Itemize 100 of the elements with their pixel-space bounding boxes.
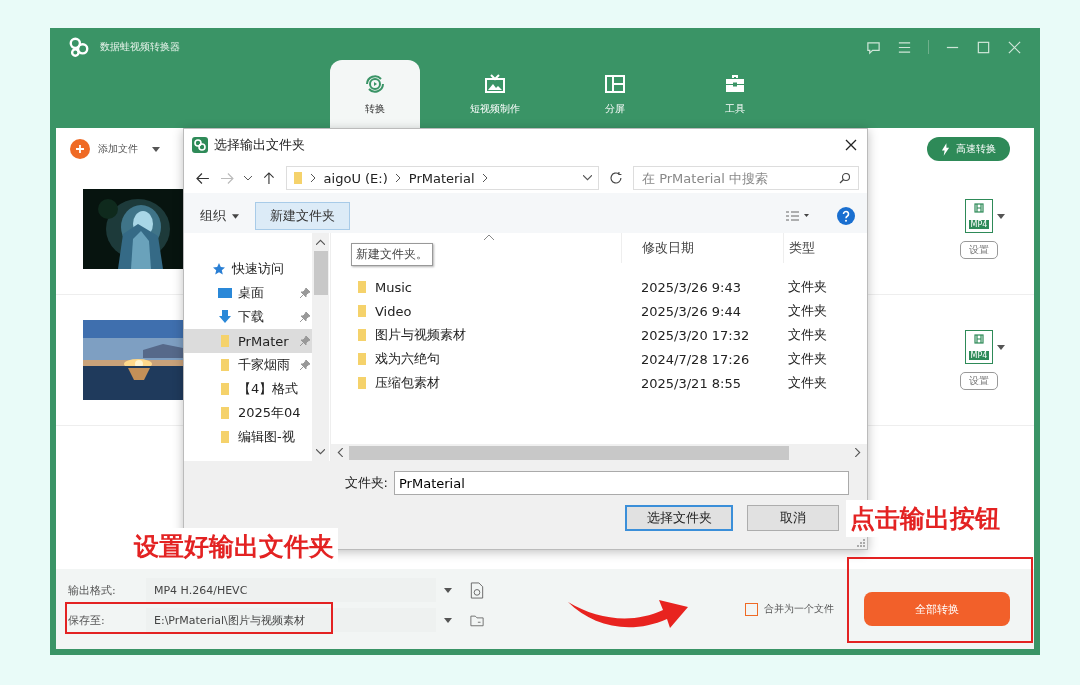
table-cell-text: 2025/3/20 17:32 [640, 327, 751, 343]
settings-button[interactable]: 设置 [960, 241, 998, 259]
folder-icon [218, 406, 232, 420]
table-cell-text: 2025/3/26 9:43 [640, 279, 742, 295]
address-bar[interactable]: aigoU (E:) PrMaterial [285, 166, 600, 190]
app-logo-icon [192, 137, 208, 153]
feedback-icon[interactable] [866, 39, 881, 55]
menu-icon[interactable] [897, 39, 912, 55]
caret-icon[interactable] [444, 617, 452, 623]
table-cell-text: 文件夹 [787, 350, 828, 368]
resize-grip-icon[interactable] [855, 537, 865, 547]
chevron-right-icon[interactable] [482, 174, 488, 182]
scrollbar-thumb[interactable] [313, 251, 328, 295]
caret-icon[interactable] [444, 587, 452, 593]
cancel-button[interactable]: 取消 [747, 505, 839, 531]
film-icon [974, 334, 984, 345]
column-header[interactable]: 类型 [783, 233, 867, 263]
chevron-up-icon[interactable] [316, 239, 325, 245]
chevron-down-icon[interactable] [243, 175, 252, 181]
dialog-title: 选择输出文件夹 [214, 136, 305, 154]
desktop-icon [218, 286, 232, 300]
mode-tab[interactable]: 工具 [690, 60, 780, 128]
file-name[interactable]: 压缩包素材 [375, 374, 440, 392]
chevron-right-icon[interactable] [855, 448, 861, 457]
folder-name-field[interactable]: PrMaterial [394, 471, 849, 495]
file-name[interactable]: 图片与视频素材 [375, 326, 466, 344]
nav-item[interactable]: 千家烟雨 [184, 353, 312, 377]
caret-icon[interactable] [997, 213, 1005, 219]
settings-button[interactable]: 设置 [960, 372, 998, 390]
chevron-left-icon[interactable] [337, 448, 343, 457]
sort-icon[interactable] [484, 235, 494, 240]
select-folder-button[interactable]: 选择文件夹 [625, 505, 733, 531]
maximize-icon[interactable] [976, 39, 991, 55]
video-format-badge[interactable]: MP4 [965, 199, 993, 233]
table-cell-text: 文件夹 [787, 326, 828, 344]
file-name[interactable]: Music [375, 279, 412, 295]
breadcrumb-item[interactable]: aigoU (E:) [323, 170, 388, 186]
close-icon[interactable] [845, 139, 857, 151]
folder-icon [292, 171, 303, 185]
plus-icon [70, 139, 90, 159]
scrollbar[interactable] [312, 233, 329, 461]
folder-label: 文件夹: [344, 474, 388, 492]
merge-checkbox[interactable] [745, 602, 758, 616]
download-icon [218, 310, 232, 324]
search-icon[interactable] [839, 172, 852, 184]
new-folder-button[interactable]: 新建文件夹 [255, 202, 350, 230]
file-name[interactable]: Video [375, 303, 412, 319]
save-path-dropdown[interactable]: E:\PrMaterial\图片与视频素材 [146, 608, 436, 632]
chevron-down-icon[interactable] [583, 175, 593, 181]
table-cell-text: 文件夹 [787, 278, 828, 296]
caret-icon[interactable] [997, 344, 1005, 350]
caret-icon [232, 213, 239, 219]
mode-tab[interactable]: 分屏 [570, 60, 660, 128]
output-format-dropdown[interactable]: MP4 H.264/HEVC [146, 578, 436, 602]
save-to-label: 保存至: [68, 612, 106, 628]
app-logo-icon [68, 36, 90, 58]
table-cell-text: 2024/7/28 17:26 [640, 351, 751, 367]
scrollbar[interactable] [331, 444, 867, 461]
refresh-icon[interactable] [609, 171, 624, 185]
scrollbar-thumb[interactable] [349, 445, 789, 460]
chevron-right-icon[interactable] [310, 174, 316, 182]
table-cell-text: 文件夹 [787, 302, 828, 320]
nav-item[interactable]: PrMater [184, 329, 312, 353]
mode-tab[interactable]: 短视频制作 [450, 60, 540, 128]
lightning-icon [941, 142, 950, 156]
app-title: 数据蛙视频转换器 [100, 40, 180, 54]
nav-item[interactable]: 编辑图-视 [184, 425, 312, 449]
nav-item[interactable]: 【4】格式 [184, 377, 312, 401]
up-arrow-icon[interactable] [261, 171, 276, 185]
film-icon [974, 203, 984, 214]
file-name[interactable]: 戏为六绝句 [375, 350, 440, 368]
table-cell-text: 2025/3/21 8:55 [640, 375, 742, 391]
merge-label: 合并为一个文件 [764, 602, 834, 616]
view-options-icon[interactable] [785, 210, 809, 222]
folder-icon [357, 304, 367, 318]
video-format-badge[interactable]: MP4 [965, 330, 993, 364]
column-header[interactable]: 修改日期 [621, 233, 783, 263]
back-arrow-icon[interactable] [196, 171, 210, 185]
breadcrumb-item[interactable]: PrMaterial [408, 170, 475, 186]
folder-icon [218, 358, 232, 372]
tooltip: 新建文件夹。 [351, 243, 433, 266]
nav-item[interactable]: 2025年04 [184, 401, 312, 425]
folder-icon [218, 382, 232, 396]
settings-icon[interactable] [470, 581, 484, 599]
chevron-down-icon[interactable] [316, 449, 325, 455]
organize-button[interactable]: 组织 [196, 207, 243, 225]
split-layout-icon [603, 72, 627, 96]
chevron-right-icon[interactable] [395, 174, 401, 182]
nav-item[interactable]: 下载 [184, 305, 312, 329]
fast-convert-button[interactable]: 高速转换 [927, 137, 1010, 161]
caret-icon[interactable] [152, 146, 160, 152]
nav-item[interactable]: 桌面 [184, 281, 312, 305]
table-cell-text: 2025/3/26 9:44 [640, 303, 742, 319]
folder-icon [218, 334, 232, 348]
mode-tab[interactable]: 转换 [330, 60, 420, 128]
help-icon[interactable] [837, 207, 855, 225]
add-file-button[interactable]: 添加文件 [70, 139, 138, 159]
search-field[interactable]: 在 PrMaterial 中搜索 [633, 166, 860, 190]
nav-item[interactable]: 快速访问 [184, 257, 312, 281]
folder-icon [218, 430, 232, 444]
